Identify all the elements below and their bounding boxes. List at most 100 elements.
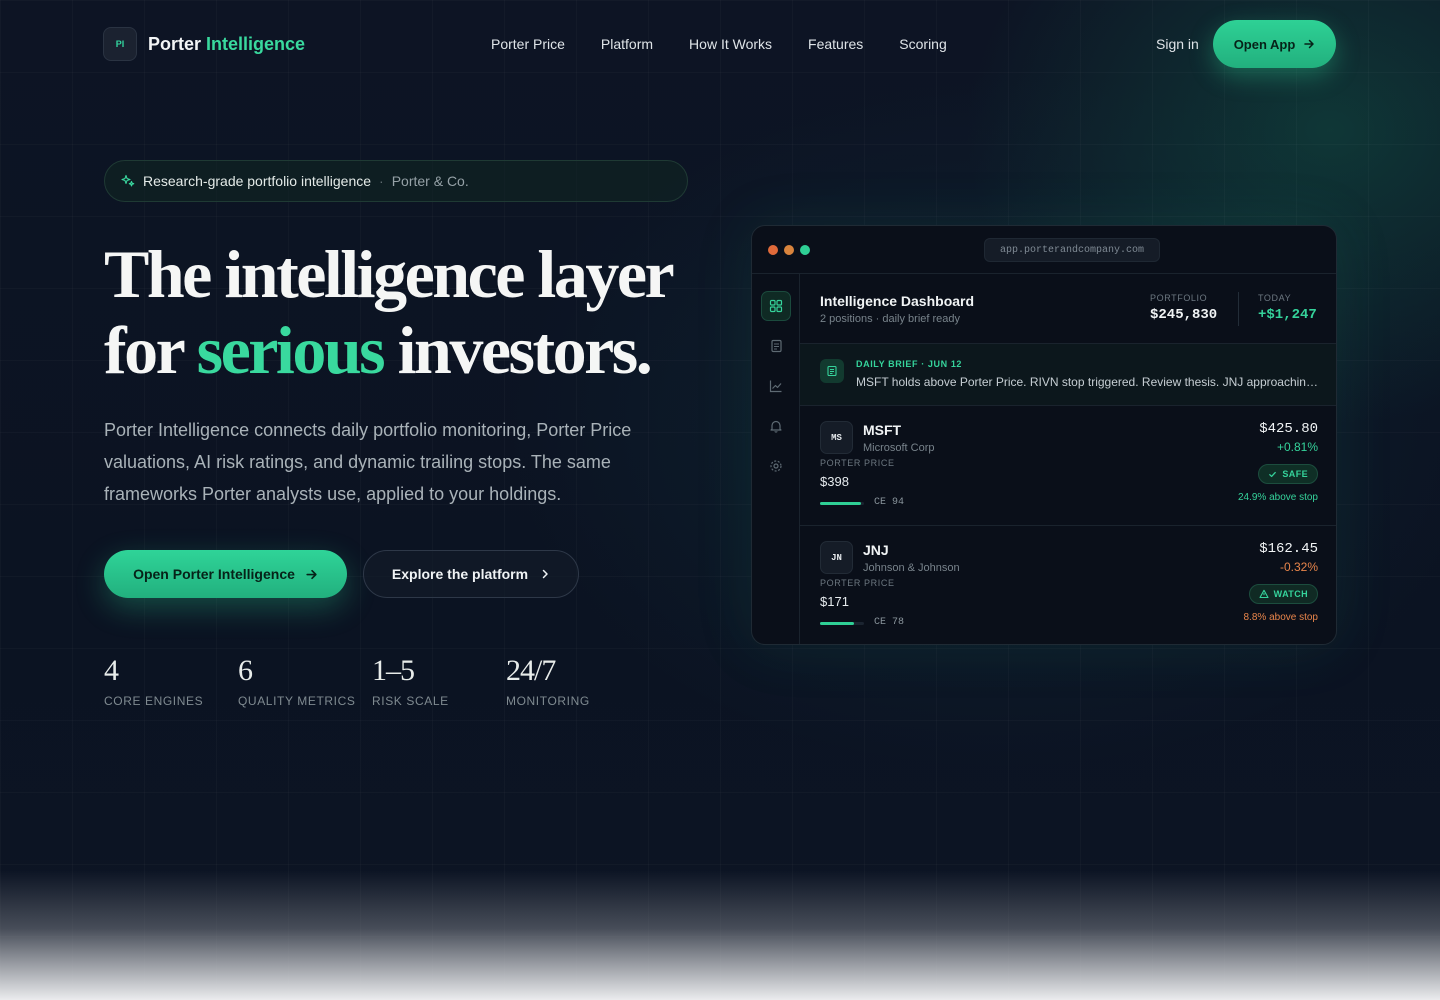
ce-score-fill bbox=[820, 622, 855, 625]
ticker-symbol: MSFT bbox=[863, 422, 902, 438]
hero-headline: The intelligence layer for serious inves… bbox=[104, 236, 724, 388]
check-icon bbox=[1269, 471, 1277, 477]
price-change: -0.32% bbox=[1279, 560, 1318, 574]
badge-separator: · bbox=[379, 173, 384, 189]
stat-label: RISK SCALE bbox=[372, 694, 449, 708]
gear-icon[interactable] bbox=[761, 451, 791, 481]
today-label: TODAY bbox=[1258, 293, 1292, 303]
porter-price-label: PORTER PRICE bbox=[820, 578, 895, 588]
stat-monitoring: 24/7 MONITORING bbox=[506, 652, 640, 708]
open-app-label: Open App bbox=[1233, 36, 1296, 52]
maximize-dot bbox=[800, 245, 810, 255]
nav-link-platform[interactable]: Platform bbox=[601, 36, 653, 52]
ce-score-bar bbox=[820, 502, 864, 505]
url-bar: app.porterandcompany.com bbox=[984, 238, 1160, 262]
close-dot bbox=[768, 245, 778, 255]
brand-primary: Porter bbox=[148, 33, 202, 54]
brand-accent: Intelligence bbox=[206, 33, 306, 54]
status-label: WATCH bbox=[1273, 589, 1308, 599]
price-change: +0.81% bbox=[1276, 440, 1318, 454]
dashboard-title: Intelligence Dashboard bbox=[820, 293, 975, 309]
company-name: Johnson & Johnson bbox=[863, 562, 960, 574]
nav-link-how-it-works[interactable]: How It Works bbox=[689, 36, 772, 52]
headline-accent: serious bbox=[196, 312, 386, 388]
dashboard-sidebar bbox=[752, 274, 800, 644]
headline-prefix: for bbox=[104, 312, 185, 388]
stats-row: 4 CORE ENGINES 6 QUALITY METRICS 1–5 RIS… bbox=[104, 652, 640, 708]
sparkle-icon bbox=[121, 174, 135, 187]
cta-secondary-label: Explore the platform bbox=[391, 566, 529, 582]
bottom-fade bbox=[0, 870, 1440, 1000]
badge-org: Porter & Co. bbox=[391, 173, 469, 189]
porter-price-value: $171 bbox=[820, 594, 849, 609]
ce-score-fill bbox=[820, 502, 862, 505]
warning-icon bbox=[1259, 589, 1269, 599]
position-row[interactable]: MS MSFT Microsoft Corp PORTER PRICE $398… bbox=[800, 406, 1336, 526]
current-price: $425.80 bbox=[1259, 421, 1318, 437]
logo[interactable]: PI Porter Intelligence bbox=[103, 27, 305, 61]
stat-value: 24/7 bbox=[506, 654, 556, 687]
nav-link-porter-price[interactable]: Porter Price bbox=[491, 36, 565, 52]
ce-score: CE 78 bbox=[874, 617, 905, 628]
bell-icon[interactable] bbox=[761, 411, 791, 441]
current-price: $162.45 bbox=[1259, 541, 1318, 557]
stat-core-engines: 4 CORE ENGINES bbox=[104, 652, 238, 708]
explore-platform-button[interactable]: Explore the platform bbox=[363, 550, 579, 598]
porter-price-label: PORTER PRICE bbox=[820, 458, 895, 468]
portfolio-label: PORTFOLIO bbox=[1150, 293, 1208, 303]
chart-icon[interactable] bbox=[761, 371, 791, 401]
brand-name: Porter Intelligence bbox=[148, 34, 305, 55]
ticker-avatar: MS bbox=[820, 421, 853, 454]
nav-link-features[interactable]: Features bbox=[808, 36, 863, 52]
dashboard-header: Intelligence Dashboard 2 positions · dai… bbox=[800, 274, 1336, 344]
window-controls bbox=[768, 245, 810, 255]
open-porter-intelligence-button[interactable]: Open Porter Intelligence bbox=[104, 550, 347, 598]
stat-value: 1–5 bbox=[372, 654, 415, 687]
status-label: SAFE bbox=[1282, 469, 1308, 479]
announcement-badge: Research-grade portfolio intelligence · … bbox=[104, 160, 688, 202]
brief-text: MSFT holds above Porter Price. RIVN stop… bbox=[856, 375, 1318, 389]
open-app-button[interactable]: Open App bbox=[1213, 20, 1336, 68]
dashboard-subtitle: 2 positions · daily brief ready bbox=[820, 313, 961, 325]
nav-link-scoring[interactable]: Scoring bbox=[899, 36, 946, 52]
cta-primary-label: Open Porter Intelligence bbox=[133, 566, 295, 582]
stat-label: QUALITY METRICS bbox=[238, 694, 356, 708]
brief-icon bbox=[820, 359, 844, 383]
stop-distance: 8.8% above stop bbox=[1243, 612, 1319, 623]
daily-brief[interactable]: DAILY BRIEF · JUN 12 MSFT holds above Po… bbox=[800, 344, 1336, 406]
headline-line-1: The intelligence layer bbox=[104, 236, 675, 312]
badge-text: Research-grade portfolio intelligence bbox=[143, 173, 372, 189]
stat-value: 6 bbox=[238, 654, 253, 687]
stat-value: 4 bbox=[104, 654, 119, 687]
position-row[interactable]: JN JNJ Johnson & Johnson PORTER PRICE $1… bbox=[800, 526, 1336, 644]
today-value: +$1,247 bbox=[1258, 307, 1317, 323]
porter-price-value: $398 bbox=[820, 474, 849, 489]
status-badge: SAFE bbox=[1258, 464, 1318, 484]
stat-risk-scale: 1–5 RISK SCALE bbox=[372, 652, 506, 708]
main-nav: Porter Price Platform How It Works Featu… bbox=[491, 36, 947, 52]
document-icon[interactable] bbox=[761, 331, 791, 361]
dashboard-icon[interactable] bbox=[761, 291, 791, 321]
headline-line-2: for serious investors. bbox=[104, 312, 724, 388]
status-badge: WATCH bbox=[1248, 584, 1318, 604]
arrow-right-icon bbox=[306, 569, 317, 579]
browser-bar: app.porterandcompany.com bbox=[752, 226, 1336, 274]
hero-subtitle: Porter Intelligence connects daily portf… bbox=[104, 420, 632, 504]
page: PI Porter Intelligence Porter Price Plat… bbox=[0, 0, 1440, 1000]
arrow-right-icon bbox=[1304, 39, 1315, 49]
divider bbox=[1238, 292, 1239, 326]
stat-label: MONITORING bbox=[506, 694, 590, 708]
logo-mark: PI bbox=[103, 27, 137, 61]
sign-in-link[interactable]: Sign in bbox=[1156, 36, 1199, 52]
stat-quality-metrics: 6 QUALITY METRICS bbox=[238, 652, 372, 708]
chevron-right-icon bbox=[542, 569, 548, 579]
headline-suffix: investors. bbox=[397, 312, 653, 388]
portfolio-value: $245,830 bbox=[1150, 307, 1218, 323]
company-name: Microsoft Corp bbox=[863, 442, 935, 454]
dashboard-preview: app.porterandcompany.com Intelligence Da… bbox=[751, 225, 1337, 645]
ticker-symbol: JNJ bbox=[863, 542, 889, 558]
brief-label: DAILY BRIEF · JUN 12 bbox=[856, 359, 963, 369]
ce-score: CE 94 bbox=[874, 497, 905, 508]
ticker-avatar: JN bbox=[820, 541, 853, 574]
ce-score-bar bbox=[820, 622, 864, 625]
